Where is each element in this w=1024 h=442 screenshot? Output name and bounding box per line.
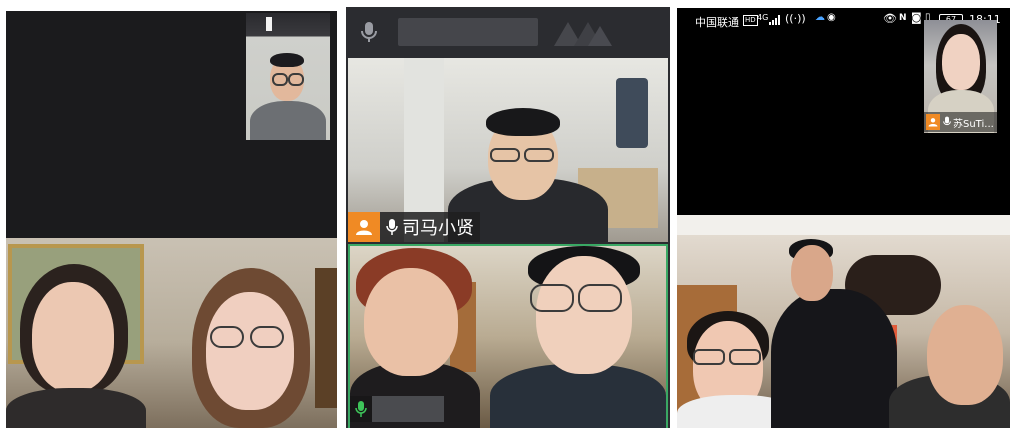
user-avatar-icon (348, 212, 380, 242)
middle-video-panel: 司马小贤 (346, 7, 670, 428)
hotspot-icon: ((·)) (785, 12, 806, 25)
nfc-icon: N (899, 13, 907, 23)
redacted-name-box (372, 396, 444, 422)
carrier-name: 中国联通 (695, 16, 739, 29)
left-pip-video-tile[interactable] (246, 13, 330, 140)
right-main-video-tile[interactable] (677, 215, 1010, 428)
app-logo-icon (552, 16, 612, 52)
location-icon: ◉ (827, 12, 836, 23)
active-speaker-label: 司马小贤 (348, 212, 480, 242)
camera-icon: ◙ (911, 11, 922, 24)
left-main-video-tile[interactable] (6, 238, 337, 428)
cloud-icon: ☁ (815, 12, 825, 23)
signal-type: 4G (757, 13, 769, 22)
right-video-panel: 中国联通 HD 4G ((·)) ☁ ◉ 👁 N ◙ ▯ 67 18:11 (677, 8, 1010, 428)
self-mic-icon (943, 116, 951, 128)
active-mic-icon (350, 396, 372, 422)
eye-icon: 👁 (883, 12, 897, 25)
self-view-label: 苏SuTi... (924, 112, 997, 132)
active-speaker-name: 司马小贤 (402, 218, 474, 239)
speaker-mic-icon (386, 218, 398, 236)
left-video-panel (6, 11, 337, 428)
lower-tile-label (350, 396, 444, 422)
hd-badge: HD (743, 15, 758, 26)
signal-bars-icon (769, 15, 781, 28)
self-avatar-icon (926, 114, 940, 130)
self-view-name: 苏SuTi... (953, 118, 994, 130)
mic-icon[interactable] (360, 21, 378, 43)
middle-toolbar (346, 7, 670, 55)
redacted-title-box (398, 18, 538, 46)
